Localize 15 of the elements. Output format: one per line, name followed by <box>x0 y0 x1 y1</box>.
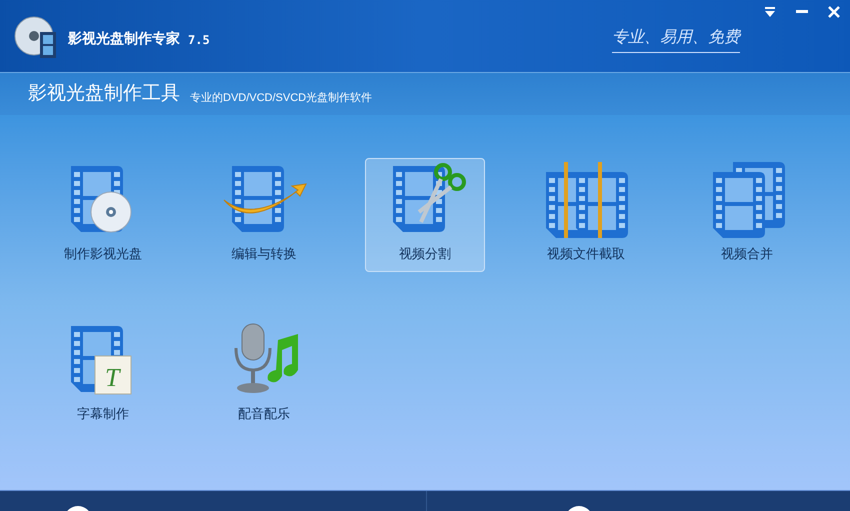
tool-tile[interactable]: 视频合并 <box>687 158 807 272</box>
header-subtitle: 专业的DVD/VCD/SVCD光盘制作软件 <box>190 90 372 106</box>
tool-tile[interactable]: 视频文件截取 <box>526 158 646 272</box>
tool-tile[interactable]: T 字幕制作 <box>43 318 163 432</box>
dropdown-icon[interactable] <box>764 7 776 17</box>
tool-tile[interactable]: 制作影视光盘 <box>43 158 163 272</box>
header-title: 影视光盘制作工具 <box>28 82 180 106</box>
tool-tile[interactable]: 配音配乐 <box>204 318 324 432</box>
tool-tile[interactable]: 编辑与转换 <box>204 158 324 272</box>
close-icon[interactable] <box>828 6 840 18</box>
version-number: 7.5 <box>188 32 210 49</box>
app-title: 影视光盘制作专家 <box>68 29 180 48</box>
tool-tile[interactable]: 视频分割 <box>365 158 485 272</box>
slogan-text: 专业、易用、免费 <box>612 26 740 53</box>
minimize-icon[interactable] <box>796 10 808 14</box>
